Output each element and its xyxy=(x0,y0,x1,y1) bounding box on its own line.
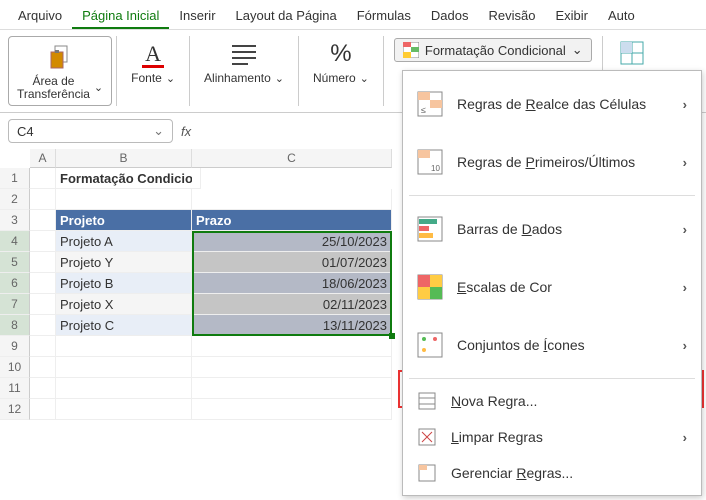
row-header[interactable]: 11 xyxy=(0,378,30,399)
header-projeto[interactable]: Projeto xyxy=(56,210,192,231)
row-header[interactable]: 12 xyxy=(0,399,30,420)
menu-insert[interactable]: Inserir xyxy=(169,4,225,29)
header-prazo[interactable]: Prazo xyxy=(192,210,392,231)
name-box[interactable]: C4 ⌄ xyxy=(8,119,173,143)
new-rule-icon xyxy=(417,391,437,411)
menu-page-layout[interactable]: Layout da Página xyxy=(226,4,347,29)
font-icon: A xyxy=(142,38,164,70)
cell-project[interactable]: Projeto X xyxy=(56,294,192,315)
cf-data-bars[interactable]: Barras de Dados › xyxy=(403,200,701,258)
chevron-right-icon: › xyxy=(683,155,687,170)
row-header[interactable]: 6 xyxy=(0,273,30,294)
cell-date[interactable]: 02/11/2023 xyxy=(192,294,392,315)
name-box-value: C4 xyxy=(17,124,34,139)
manage-rules-icon xyxy=(417,463,437,483)
cf-clear-rules[interactable]: Limpar Regras › xyxy=(403,419,701,455)
alignment-icon xyxy=(230,38,258,70)
ribbon-label-number: Número xyxy=(313,72,369,85)
top-bottom-icon: 10 xyxy=(417,149,443,175)
menu-formulas[interactable]: Fórmulas xyxy=(347,4,421,29)
ribbon-group-insert[interactable] xyxy=(607,36,657,70)
cell-date[interactable]: 18/06/2023 xyxy=(192,273,392,294)
percent-icon: % xyxy=(330,38,351,70)
chevron-right-icon: › xyxy=(683,338,687,353)
insert-cells-icon xyxy=(617,38,647,68)
cell-project[interactable]: Projeto B xyxy=(56,273,192,294)
cf-item-label: Regras de Realce das Células xyxy=(457,96,669,112)
conditional-formatting-icon xyxy=(403,42,419,58)
selection-handle[interactable] xyxy=(389,333,395,339)
cf-highlight-cells-rules[interactable]: ≤ Regras de Realce das Células › xyxy=(403,75,701,133)
ribbon-label-clipboard: Área de Transferência xyxy=(17,75,103,101)
chevron-down-icon: ⌄ xyxy=(153,123,164,139)
row-header[interactable]: 2 xyxy=(0,189,30,210)
chevron-right-icon: › xyxy=(683,97,687,112)
cell-date[interactable]: 01/07/2023 xyxy=(192,252,392,273)
ribbon-label-alignment: Alinhamento xyxy=(204,72,284,85)
menu-data[interactable]: Dados xyxy=(421,4,479,29)
row-header[interactable]: 7 xyxy=(0,294,30,315)
cf-item-label: Barras de Dados xyxy=(457,221,669,237)
cf-item-label: Nova Regra... xyxy=(451,393,687,409)
color-scales-icon xyxy=(417,274,443,300)
clipboard-icon xyxy=(45,41,75,73)
row-headers[interactable]: 1 2 3 4 5 6 7 8 9 10 11 12 xyxy=(0,168,30,420)
row-header[interactable]: 9 xyxy=(0,336,30,357)
data-bars-icon xyxy=(417,216,443,242)
ribbon-group-number[interactable]: % Número xyxy=(303,36,379,87)
col-header-C[interactable]: C xyxy=(192,149,392,168)
row-header[interactable]: 5 xyxy=(0,252,30,273)
cell-title[interactable]: Formatação Condicional de Datas Atrasada… xyxy=(56,168,192,189)
chevron-right-icon: › xyxy=(683,222,687,237)
chevron-right-icon: › xyxy=(683,280,687,295)
ribbon-group-clipboard[interactable]: Área de Transferência xyxy=(8,36,112,106)
cell-date[interactable]: 13/11/2023 xyxy=(192,315,392,336)
row-header[interactable]: 1 xyxy=(0,168,30,189)
cf-top-bottom-rules[interactable]: 10 Regras de Primeiros/Últimos › xyxy=(403,133,701,191)
cf-item-label: Conjuntos de Ícones xyxy=(457,337,669,353)
cell-date[interactable]: 25/10/2023 xyxy=(192,231,392,252)
ribbon-label-font: Fonte xyxy=(131,72,175,85)
col-header-B[interactable]: B xyxy=(56,149,192,168)
svg-text:≤: ≤ xyxy=(421,105,426,115)
cell-project[interactable]: Projeto A xyxy=(56,231,192,252)
row-header[interactable]: 10 xyxy=(0,357,30,378)
row-header[interactable]: 4 xyxy=(0,231,30,252)
conditional-formatting-label: Formatação Condicional xyxy=(425,43,566,58)
cf-color-scales[interactable]: Escalas de Cor › xyxy=(403,258,701,316)
cf-item-label: Escalas de Cor xyxy=(457,279,669,295)
cf-item-label: Limpar Regras xyxy=(451,429,669,445)
svg-text:10: 10 xyxy=(431,164,440,173)
cf-item-label: Regras de Primeiros/Últimos xyxy=(457,154,669,170)
menu-auto[interactable]: Auto xyxy=(598,4,645,29)
cf-manage-rules[interactable]: Gerenciar Regras... xyxy=(403,455,701,491)
chevron-right-icon: › xyxy=(683,430,687,445)
conditional-formatting-menu: ≤ Regras de Realce das Células › 10 Regr… xyxy=(402,70,702,496)
menu-review[interactable]: Revisão xyxy=(479,4,546,29)
clear-rules-icon xyxy=(417,427,437,447)
cell-project[interactable]: Projeto C xyxy=(56,315,192,336)
fx-icon[interactable]: fx xyxy=(181,124,191,139)
ribbon-group-alignment[interactable]: Alinhamento xyxy=(194,36,294,87)
cells-area[interactable]: Formatação Condicional de Datas Atrasada… xyxy=(30,168,392,420)
cf-item-label: Gerenciar Regras... xyxy=(451,465,687,481)
menu-file[interactable]: Arquivo xyxy=(8,4,72,29)
ribbon-group-font[interactable]: A Fonte xyxy=(121,36,185,87)
menu-home[interactable]: Página Inicial xyxy=(72,4,169,29)
row-header[interactable]: 8 xyxy=(0,315,30,336)
menu-view[interactable]: Exibir xyxy=(545,4,598,29)
icon-sets-icon xyxy=(417,332,443,358)
cf-new-rule[interactable]: Nova Regra... xyxy=(403,383,701,419)
row-header[interactable]: 3 xyxy=(0,210,30,231)
cell-project[interactable]: Projeto Y xyxy=(56,252,192,273)
cf-icon-sets[interactable]: Conjuntos de Ícones › xyxy=(403,316,701,374)
highlight-cells-icon: ≤ xyxy=(417,91,443,117)
conditional-formatting-button[interactable]: Formatação Condicional ⌄ xyxy=(394,38,592,62)
menu-bar: Arquivo Página Inicial Inserir Layout da… xyxy=(0,0,706,30)
col-header-A[interactable]: A xyxy=(30,149,56,168)
chevron-down-icon: ⌄ xyxy=(572,42,583,58)
